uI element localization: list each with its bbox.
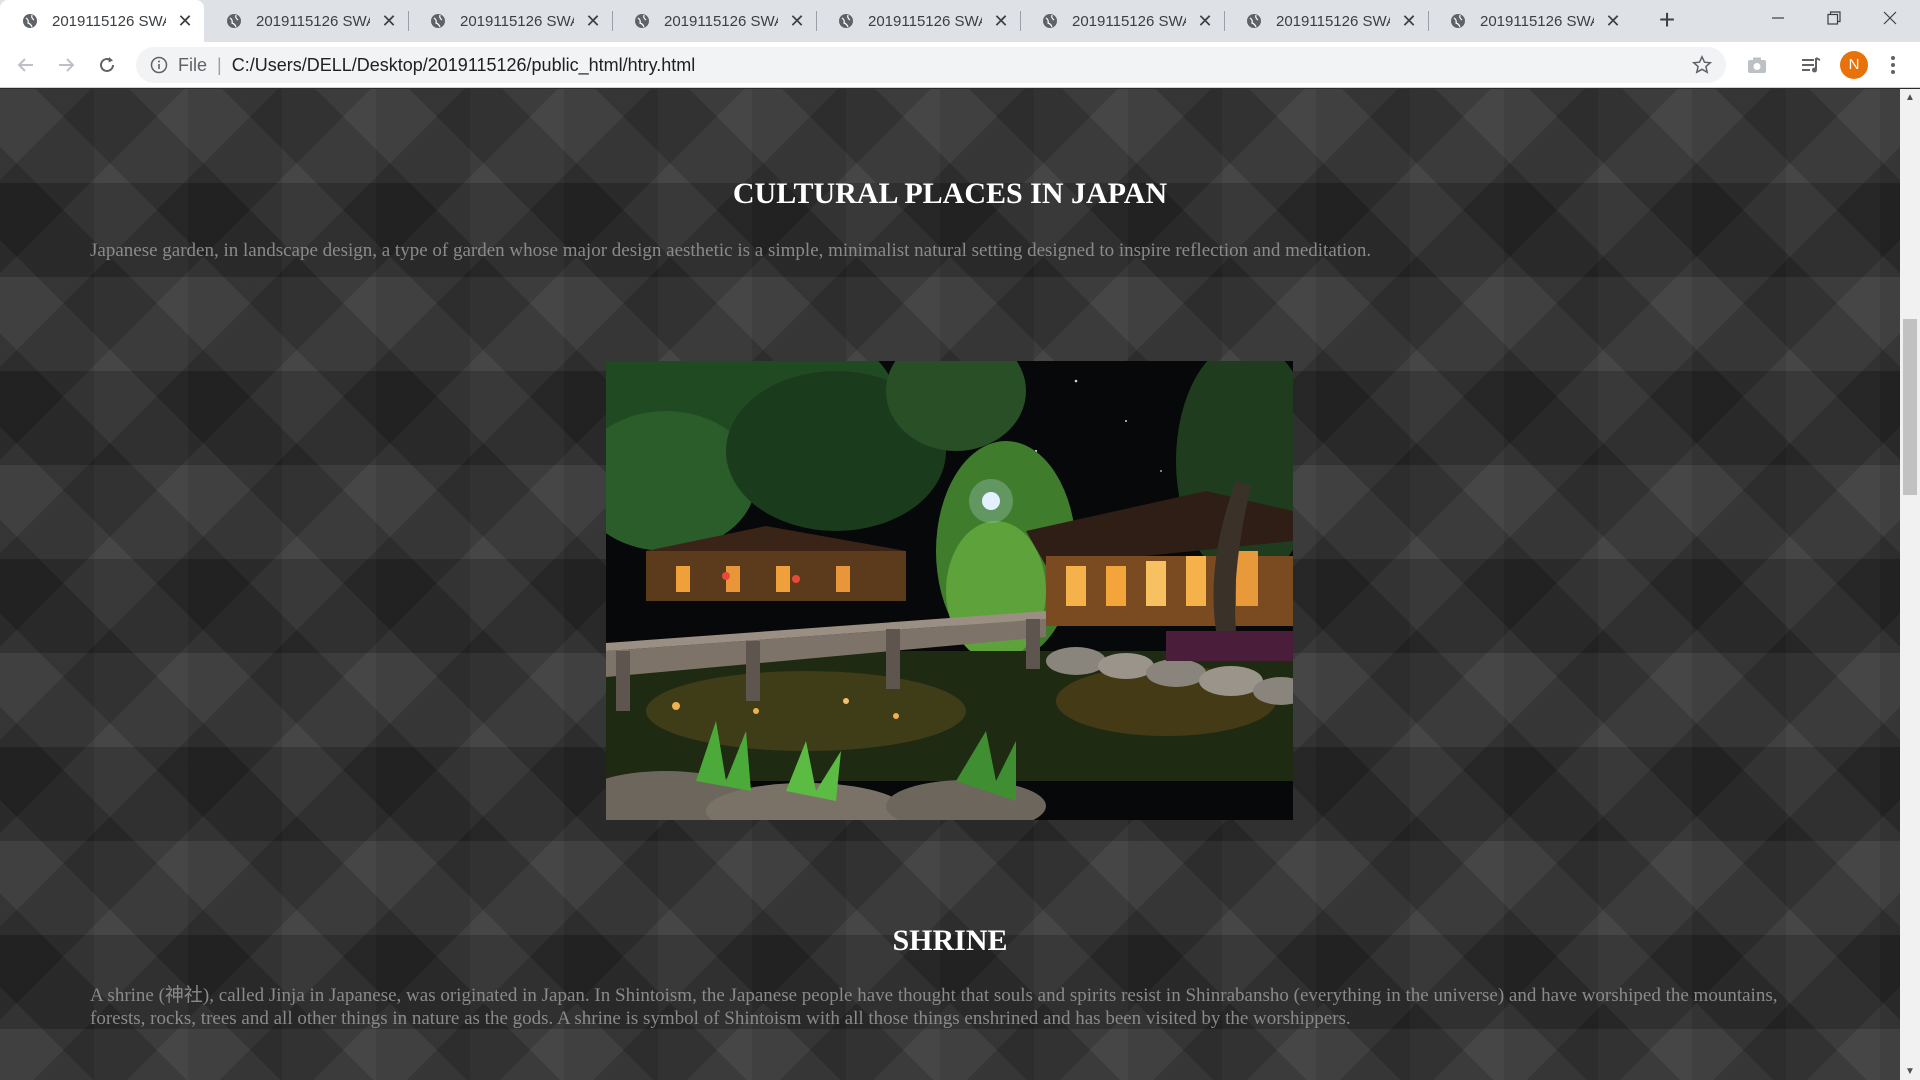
browser-tab-3[interactable]: 2019115126 SWAN ✕ [408,0,613,42]
globe-icon [1043,14,1057,28]
back-arrow-icon [17,58,33,72]
info-icon [150,56,168,74]
reload-icon [100,57,114,72]
close-tab-icon[interactable]: ✕ [1400,12,1418,30]
new-tab-button[interactable]: + [1652,6,1682,36]
reload-button[interactable] [93,51,121,79]
shrine-paragraph: A shrine (神社), called Jinja in Japanese,… [90,985,1778,1029]
cultural-places-heading: CULTURAL PLACES IN JAPAN [732,177,1168,210]
tab-strip: 2019115126 SWAN ✕ 2019115126 SWAN ✕ 2019… [0,0,1920,42]
browser-tab-6[interactable]: 2019115126 SWAN ✕ [1020,0,1225,42]
globe-icon [1451,14,1465,28]
close-tab-icon[interactable]: ✕ [1604,12,1622,30]
browser-tab-8[interactable]: 2019115126 SWAN ✕ [1428,0,1632,42]
profile-avatar[interactable]: N [1840,51,1868,79]
browser-tab-2[interactable]: 2019115126 SWAN ✕ [204,0,409,42]
more-menu-icon[interactable] [1882,54,1904,76]
minimize-button[interactable] [1750,0,1806,36]
close-tab-icon[interactable]: ✕ [584,12,602,30]
tab-title: 2019115126 SWAN [1072,12,1186,30]
bookmark-star-icon[interactable] [1692,55,1712,75]
garden-photo-image [606,361,1293,820]
globe-icon [227,14,241,28]
scheme-label: File [178,54,208,75]
globe-icon [1247,14,1261,28]
close-icon [1883,11,1897,25]
japanese-garden-photo [606,361,1293,820]
media-queue-icon[interactable] [1800,54,1822,76]
url-text[interactable]: C:/Users/DELL/Desktop/2019115126/public_… [232,55,696,76]
forward-arrow-icon [59,58,75,72]
globe-icon [431,14,445,28]
scrollbar-thumb[interactable] [1903,319,1917,495]
close-tab-icon[interactable]: ✕ [788,12,806,30]
japanese-garden-paragraph: Japanese garden, in landscape design, a … [90,240,1372,261]
forward-button[interactable] [52,51,80,79]
vertical-scrollbar[interactable]: ▲ ▼ [1900,89,1920,1080]
close-tab-icon[interactable]: ✕ [176,12,194,30]
tab-title: 2019115126 SWAN [1276,12,1390,30]
restore-button[interactable] [1806,0,1862,36]
address-bar[interactable]: File | C:/Users/DELL/Desktop/2019115126/… [136,47,1726,83]
globe-icon [635,14,649,28]
scroll-down-arrow-icon[interactable]: ▼ [1900,1063,1920,1080]
tab-title: 2019115126 SWAN [868,12,982,30]
browser-tab-1[interactable]: 2019115126 SWAN ✕ [0,0,204,42]
browser-tab-5[interactable]: 2019115126 SWAN ✕ [816,0,1021,42]
close-tab-icon[interactable]: ✕ [992,12,1010,30]
tab-title: 2019115126 SWAN [664,12,778,30]
browser-toolbar: File | C:/Users/DELL/Desktop/2019115126/… [0,42,1920,88]
camera-icon[interactable] [1746,54,1768,76]
page-viewport: CULTURAL PLACES IN JAPAN Japanese garden… [0,89,1900,1080]
close-tab-icon[interactable]: ✕ [380,12,398,30]
browser-tab-4[interactable]: 2019115126 SWAN ✕ [612,0,817,42]
tab-title: 2019115126 SWAN [460,12,574,30]
back-button[interactable] [12,51,40,79]
tab-title: 2019115126 SWAN [52,12,166,30]
globe-icon [23,14,37,28]
shrine-heading: SHRINE [892,924,1008,957]
browser-tab-7[interactable]: 2019115126 SWAN ✕ [1224,0,1429,42]
tab-title: 2019115126 SWAN [1480,12,1594,30]
minimize-icon [1772,17,1784,19]
close-window-button[interactable] [1862,0,1918,36]
tab-title: 2019115126 SWAN [256,12,370,30]
scroll-up-arrow-icon[interactable]: ▲ [1900,89,1920,106]
globe-icon [839,14,853,28]
scheme-divider: | [217,54,222,75]
restore-icon [1827,11,1841,25]
close-tab-icon[interactable]: ✕ [1196,12,1214,30]
